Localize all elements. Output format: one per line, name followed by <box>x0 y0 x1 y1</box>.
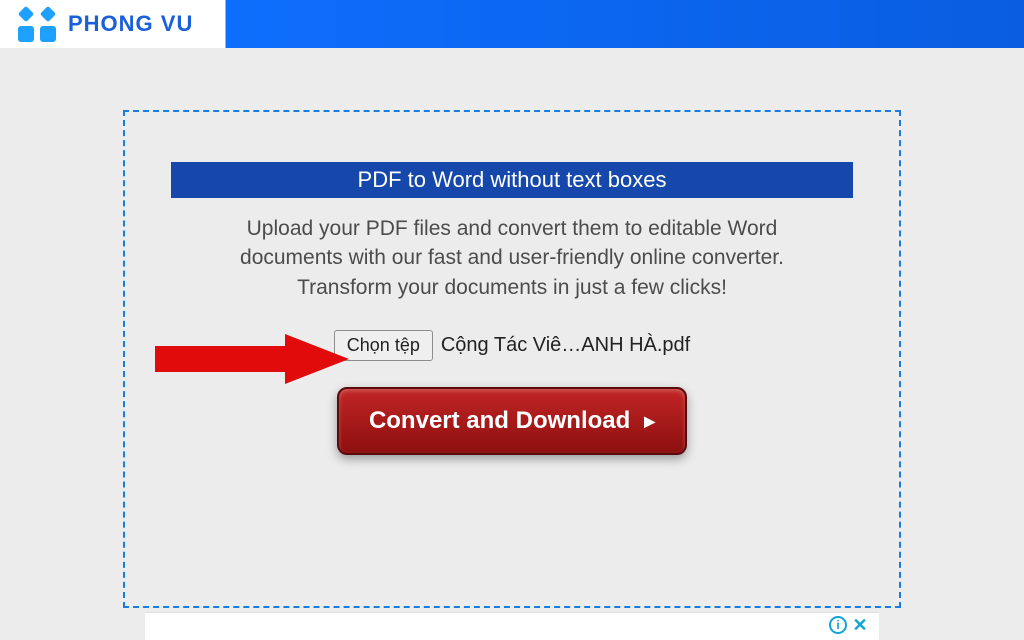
convert-download-button[interactable]: Convert and Download ▶ <box>337 387 687 455</box>
panel-description: Upload your PDF files and convert them t… <box>199 214 825 302</box>
ad-close-icon[interactable]: ✕ <box>851 616 869 634</box>
convert-download-label: Convert and Download <box>369 407 630 435</box>
logo-text: PHONG VU <box>68 11 193 37</box>
panel-title: PDF to Word without text boxes <box>171 162 853 198</box>
ad-info-icon[interactable]: i <box>829 616 847 634</box>
instruction-arrow-icon <box>155 334 349 384</box>
file-input-row: Chọn tệp Cộng Tác Viê…ANH HÀ.pdf <box>334 330 690 361</box>
top-banner: PHONG VU <box>0 0 1024 48</box>
logo[interactable]: PHONG VU <box>0 0 225 48</box>
selected-filename: Cộng Tác Viê…ANH HÀ.pdf <box>441 334 690 357</box>
ad-controls: i ✕ <box>829 616 869 634</box>
upload-panel: PDF to Word without text boxes Upload yo… <box>123 110 901 608</box>
chevron-right-icon: ▶ <box>644 414 655 428</box>
ad-strip: i ✕ <box>145 612 879 640</box>
logo-icon <box>18 6 58 42</box>
